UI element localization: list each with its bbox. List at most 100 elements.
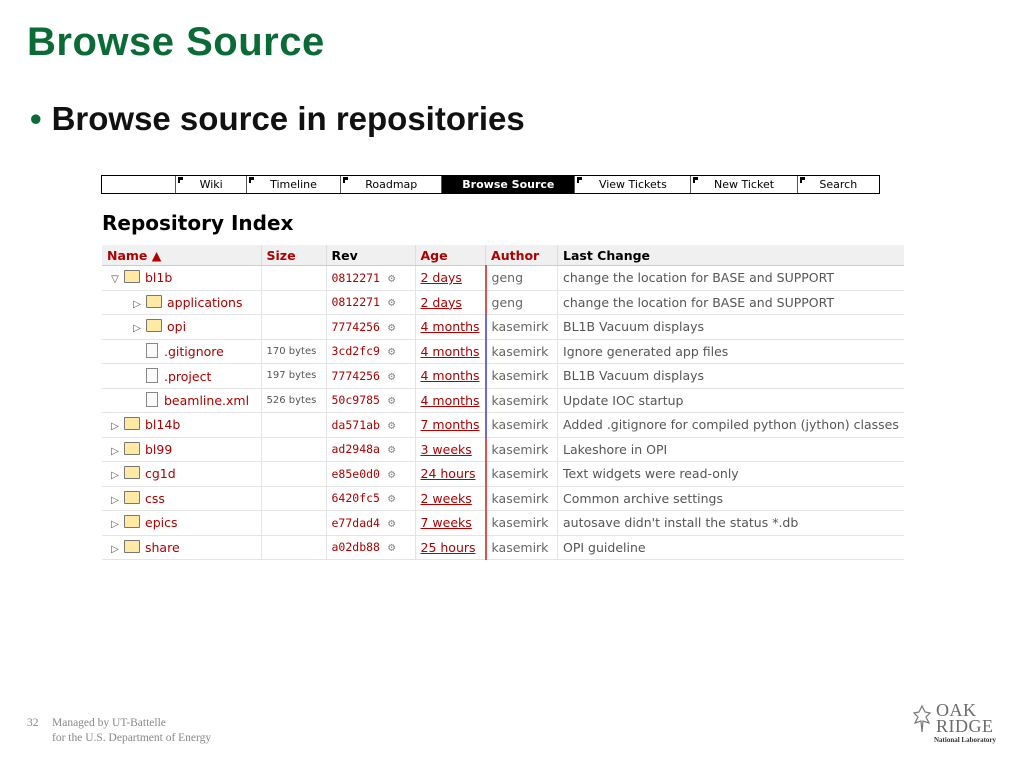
age-link[interactable]: 7 weeks xyxy=(414,510,487,536)
rev-link[interactable]: e77dad4 xyxy=(332,516,380,530)
changeset-gear-icon[interactable]: ⚙ xyxy=(388,295,395,309)
changeset-gear-icon[interactable]: ⚙ xyxy=(388,344,395,358)
name-cell[interactable]: beamline.xml xyxy=(102,388,261,413)
age-link[interactable]: 4 months xyxy=(414,363,487,389)
entry-name-link[interactable]: cg1d xyxy=(145,466,176,481)
entry-name-link[interactable]: share xyxy=(145,540,180,555)
rev-link[interactable]: 7774256 xyxy=(332,369,380,383)
table-row: ▷ applications 0812271 ⚙ 2 days geng change th… xyxy=(102,290,904,315)
last-change-column-header: Last Change xyxy=(557,245,904,266)
tab-label: Search xyxy=(819,178,858,191)
expand-triangle-icon[interactable]: ▷ xyxy=(110,544,120,555)
rev-link[interactable]: e85e0d0 xyxy=(332,467,380,481)
changeset-gear-icon[interactable]: ⚙ xyxy=(388,393,395,407)
size-cell xyxy=(260,510,326,536)
tab-new-ticket[interactable]: New Ticket xyxy=(690,176,796,193)
expand-triangle-icon[interactable]: ▷ xyxy=(132,299,142,310)
tab-label: Wiki xyxy=(199,178,223,191)
name-column-header[interactable]: Name ▲ xyxy=(102,245,261,266)
changeset-gear-icon[interactable]: ⚙ xyxy=(388,320,395,334)
age-link[interactable]: 25 hours xyxy=(414,535,487,560)
age-column-header[interactable]: Age xyxy=(414,245,486,266)
rev-link[interactable]: 3cd2fc9 xyxy=(332,344,380,358)
expand-triangle-icon[interactable]: ▷ xyxy=(132,323,142,334)
name-cell[interactable]: ▷ css xyxy=(102,486,261,511)
expand-triangle-icon[interactable]: ▷ xyxy=(110,421,120,432)
table-row: ▽ bl1b 0812271 ⚙ 2 days geng change the locati… xyxy=(102,265,904,291)
age-link[interactable]: 2 days xyxy=(414,265,487,291)
rev-link[interactable]: 6420fc5 xyxy=(332,491,380,505)
entry-name-link[interactable]: opi xyxy=(167,319,186,334)
table-row: .gitignore 170 bytes 3cd2fc9 ⚙ 4 months kasem… xyxy=(102,339,904,364)
rev-link[interactable]: 7774256 xyxy=(332,320,380,334)
age-link[interactable]: 4 months xyxy=(414,339,487,364)
table-row: ▷ css 6420fc5 ⚙ 2 weeks kasemirk Common archiv… xyxy=(102,486,904,511)
author-cell: kasemirk xyxy=(485,363,558,389)
rev-cell: a02db88 ⚙ xyxy=(325,535,415,560)
rev-cell: 6420fc5 ⚙ xyxy=(325,486,415,511)
name-cell[interactable]: ▷ opi xyxy=(102,314,261,340)
entry-name-link[interactable]: bl1b xyxy=(145,270,172,285)
expand-triangle-icon[interactable]: ▷ xyxy=(110,470,120,481)
entry-name-link[interactable]: epics xyxy=(145,515,177,530)
rev-link[interactable]: a02db88 xyxy=(332,540,380,554)
folder-icon xyxy=(124,466,140,480)
name-cell[interactable]: ▷ epics xyxy=(102,510,261,536)
entry-name-link[interactable]: bl99 xyxy=(145,442,172,457)
tab-timeline[interactable]: Timeline xyxy=(245,176,340,193)
tab-view-tickets[interactable]: View Tickets xyxy=(574,176,690,193)
name-cell[interactable]: ▷ cg1d xyxy=(102,461,261,487)
entry-name-link[interactable]: .project xyxy=(164,369,211,384)
changeset-gear-icon[interactable]: ⚙ xyxy=(388,271,395,285)
expand-triangle-icon[interactable]: ▷ xyxy=(110,446,120,457)
entry-name-link[interactable]: .gitignore xyxy=(164,344,224,359)
age-link[interactable]: 7 months xyxy=(414,412,487,438)
rev-cell: da571ab ⚙ xyxy=(325,412,415,438)
age-link[interactable]: 3 weeks xyxy=(414,437,487,462)
changeset-gear-icon[interactable]: ⚙ xyxy=(388,491,395,505)
file-icon xyxy=(146,392,158,408)
name-cell[interactable]: ▷ bl99 xyxy=(102,437,261,462)
rev-link[interactable]: da571ab xyxy=(332,418,380,432)
changeset-gear-icon[interactable]: ⚙ xyxy=(388,418,395,432)
age-link[interactable]: 4 months xyxy=(414,388,487,413)
name-cell[interactable]: .project xyxy=(102,363,261,389)
size-cell: 170 bytes xyxy=(260,339,326,364)
age-link[interactable]: 4 months xyxy=(414,314,487,340)
collapse-triangle-icon[interactable]: ▽ xyxy=(110,274,120,285)
tab-roadmap[interactable]: Roadmap xyxy=(340,176,441,193)
rev-link[interactable]: 50c9785 xyxy=(332,393,380,407)
size-cell: 526 bytes xyxy=(260,388,326,413)
age-link[interactable]: 2 days xyxy=(414,290,487,315)
age-link[interactable]: 2 weeks xyxy=(414,486,487,511)
entry-name-link[interactable]: applications xyxy=(167,295,242,310)
tab-flag-icon xyxy=(343,177,349,183)
age-link[interactable]: 24 hours xyxy=(414,461,487,487)
entry-name-link[interactable]: beamline.xml xyxy=(164,393,249,408)
rev-cell: 50c9785 ⚙ xyxy=(325,388,415,413)
tab-browse-source[interactable]: Browse Source xyxy=(441,176,575,193)
name-cell[interactable]: ▷ applications xyxy=(102,290,261,315)
entry-name-link[interactable]: bl14b xyxy=(145,417,180,432)
tab-label: New Ticket xyxy=(714,178,775,191)
changeset-gear-icon[interactable]: ⚙ xyxy=(388,467,395,481)
entry-name-link[interactable]: css xyxy=(145,491,165,506)
expand-triangle-icon[interactable]: ▷ xyxy=(110,519,120,530)
footer-line-2: for the U.S. Department of Energy xyxy=(52,732,212,744)
rev-link[interactable]: 0812271 xyxy=(332,295,380,309)
changeset-gear-icon[interactable]: ⚙ xyxy=(388,540,395,554)
name-cell[interactable]: ▷ bl14b xyxy=(102,412,261,438)
changeset-gear-icon[interactable]: ⚙ xyxy=(388,516,395,530)
tab-search[interactable]: Search xyxy=(796,176,879,193)
changeset-gear-icon[interactable]: ⚙ xyxy=(388,442,395,456)
name-cell[interactable]: .gitignore xyxy=(102,339,261,364)
tab-wiki[interactable]: Wiki xyxy=(175,176,245,193)
rev-link[interactable]: 0812271 xyxy=(332,271,380,285)
size-cell xyxy=(260,412,326,438)
name-cell[interactable]: ▽ bl1b xyxy=(102,265,261,291)
expand-triangle-icon[interactable]: ▷ xyxy=(110,495,120,506)
changeset-gear-icon[interactable]: ⚙ xyxy=(388,369,395,383)
size-column-header[interactable]: Size xyxy=(260,245,326,266)
rev-link[interactable]: ad2948a xyxy=(332,442,380,456)
name-cell[interactable]: ▷ share xyxy=(102,535,261,560)
